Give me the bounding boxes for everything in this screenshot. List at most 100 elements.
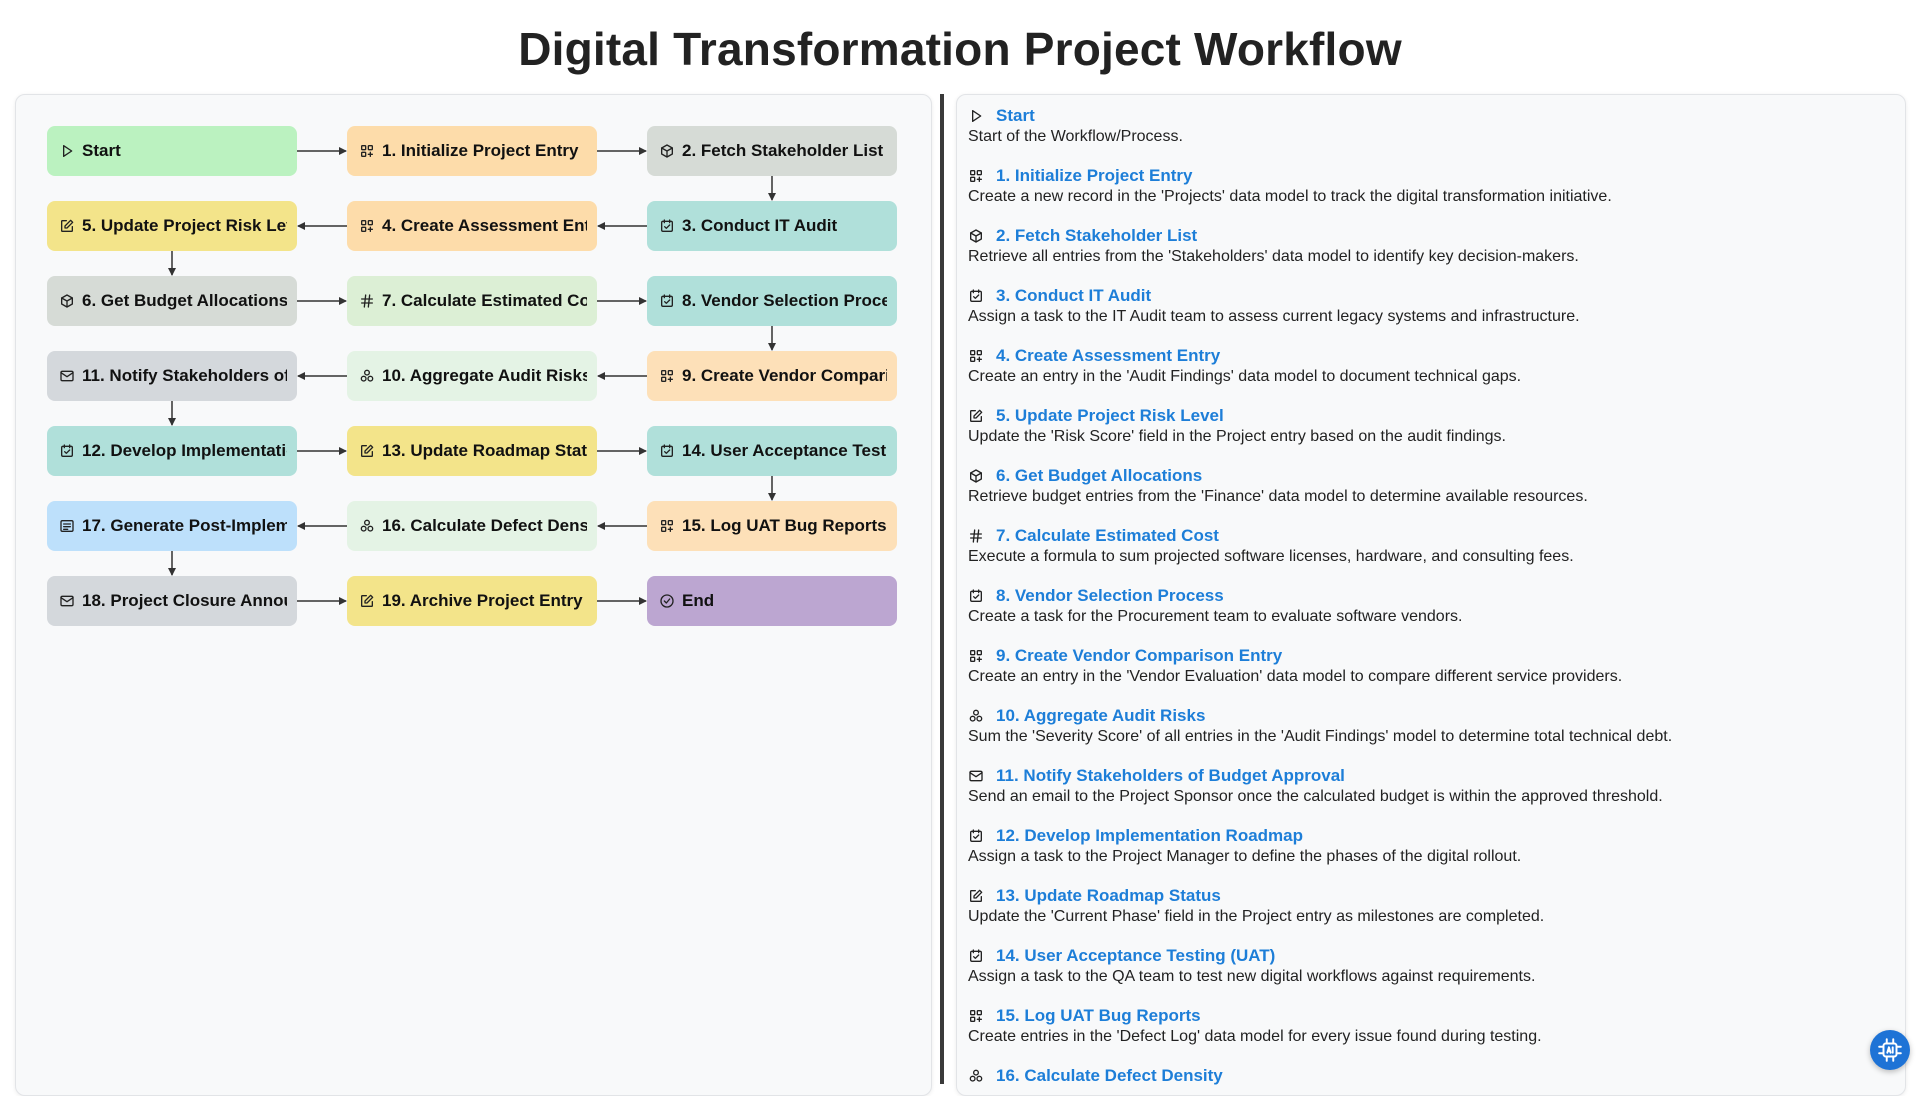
step-item: 14. User Acceptance Testing (UAT) Assign …	[957, 945, 1905, 987]
step-title-link[interactable]: 13. Update Roadmap Status	[996, 886, 1221, 906]
panel-divider[interactable]	[940, 94, 944, 1084]
page-title: Digital Transformation Project Workflow	[518, 23, 1402, 75]
play-icon	[968, 108, 984, 124]
step-item: 9. Create Vendor Comparison Entry Create …	[957, 645, 1905, 687]
step-description: Assign a task to the Project Manager to …	[968, 848, 1522, 865]
step-description: Assign a task to the QA team to test new…	[968, 968, 1536, 985]
task-check-icon	[659, 293, 675, 309]
check-circle-icon	[659, 593, 675, 609]
play-icon	[59, 143, 75, 159]
workflow-node-label: 14. User Acceptance Testing (UAT)	[682, 441, 887, 460]
workflow-node-n2[interactable]: 2. Fetch Stakeholder List	[647, 126, 897, 176]
step-item: 7. Calculate Estimated Cost Execute a for…	[957, 525, 1905, 567]
formula-icon	[968, 528, 984, 544]
edit-icon	[359, 443, 375, 459]
step-title-link[interactable]: 5. Update Project Risk Level	[996, 406, 1224, 426]
workflow-node-n19[interactable]: 19. Archive Project Entry	[347, 576, 597, 626]
create-entry-icon	[359, 218, 375, 234]
ai-chip-icon	[1877, 1037, 1903, 1063]
step-title-link[interactable]: 12. Develop Implementation Roadmap	[996, 826, 1303, 846]
step-title-link[interactable]: Start	[996, 106, 1035, 126]
step-item: 6. Get Budget Allocations Retrieve budget…	[957, 465, 1905, 507]
step-header: 6. Get Budget Allocations	[957, 465, 1905, 487]
step-header: 7. Calculate Estimated Cost	[957, 525, 1905, 547]
workflow-node-n18[interactable]: 18. Project Closure Announcement	[47, 576, 297, 626]
cube-icon	[968, 228, 984, 244]
step-description: Create a new record in the 'Projects' da…	[968, 188, 1612, 205]
workflow-node-start[interactable]: Start	[47, 126, 297, 176]
aggregate-icon	[359, 368, 375, 384]
step-description: Update the 'Risk Score' field in the Pro…	[968, 428, 1506, 445]
create-entry-icon	[659, 518, 675, 534]
step-title-link[interactable]: 6. Get Budget Allocations	[996, 466, 1202, 486]
mail-icon	[59, 593, 75, 609]
step-title-link[interactable]: 15. Log UAT Bug Reports	[996, 1006, 1201, 1026]
step-title-link[interactable]: 10. Aggregate Audit Risks	[996, 706, 1205, 726]
step-item: 13. Update Roadmap Status Update the 'Cur…	[957, 885, 1905, 927]
step-header: 9. Create Vendor Comparison Entry	[957, 645, 1905, 667]
step-title-link[interactable]: 2. Fetch Stakeholder List	[996, 226, 1197, 246]
create-entry-icon	[968, 348, 984, 364]
step-title-link[interactable]: 14. User Acceptance Testing (UAT)	[996, 946, 1275, 966]
step-description: Create a task for the Procurement team t…	[968, 608, 1463, 625]
task-check-icon	[968, 828, 984, 844]
step-title-link[interactable]: 1. Initialize Project Entry	[996, 166, 1193, 186]
step-title-link[interactable]: 7. Calculate Estimated Cost	[996, 526, 1219, 546]
create-entry-icon	[359, 143, 375, 159]
mail-icon	[968, 768, 984, 784]
step-title-link[interactable]: 11. Notify Stakeholders of Budget Approv…	[996, 766, 1345, 786]
workflow-node-n6[interactable]: 6. Get Budget Allocations	[47, 276, 297, 326]
workflow-node-n11[interactable]: 11. Notify Stakeholders of Budget Approv…	[47, 351, 297, 401]
step-header: 5. Update Project Risk Level	[957, 405, 1905, 427]
task-check-icon	[968, 288, 984, 304]
workflow-node-n5[interactable]: 5. Update Project Risk Level	[47, 201, 297, 251]
step-item: 15. Log UAT Bug Reports Create entries in…	[957, 1005, 1905, 1047]
step-description: Retrieve all entries from the 'Stakehold…	[968, 248, 1579, 265]
workflow-node-n14[interactable]: 14. User Acceptance Testing (UAT)	[647, 426, 897, 476]
workflow-node-label: Start	[82, 141, 121, 160]
workflow-node-n15[interactable]: 15. Log UAT Bug Reports	[647, 501, 897, 551]
ai-assistant-button[interactable]	[1870, 1030, 1910, 1070]
workflow-node-n10[interactable]: 10. Aggregate Audit Risks	[347, 351, 597, 401]
workflow-node-n9[interactable]: 9. Create Vendor Comparison Entry	[647, 351, 897, 401]
workflow-node-n12[interactable]: 12. Develop Implementation Roadmap	[47, 426, 297, 476]
workflow-node-n1[interactable]: 1. Initialize Project Entry	[347, 126, 597, 176]
workflow-node-label: 15. Log UAT Bug Reports	[682, 516, 887, 535]
cube-icon	[968, 468, 984, 484]
workflow-node-label: 19. Archive Project Entry	[382, 591, 583, 610]
workflow-node-n3[interactable]: 3. Conduct IT Audit	[647, 201, 897, 251]
aggregate-icon	[968, 1068, 984, 1084]
workflow-node-n7[interactable]: 7. Calculate Estimated Cost	[347, 276, 597, 326]
workflow-node-n4[interactable]: 4. Create Assessment Entry	[347, 201, 597, 251]
step-item: 8. Vendor Selection Process Create a task…	[957, 585, 1905, 627]
workflow-node-n13[interactable]: 13. Update Roadmap Status	[347, 426, 597, 476]
step-title-link[interactable]: 3. Conduct IT Audit	[996, 286, 1151, 306]
step-item: Start Start of the Workflow/Process.	[957, 105, 1905, 147]
step-header: 15. Log UAT Bug Reports	[957, 1005, 1905, 1027]
aggregate-icon	[968, 708, 984, 724]
step-title-link[interactable]: 16. Calculate Defect Density	[996, 1066, 1223, 1086]
step-title-link[interactable]: 8. Vendor Selection Process	[996, 586, 1224, 606]
task-check-icon	[659, 443, 675, 459]
step-description: Update the 'Current Phase' field in the …	[968, 908, 1545, 925]
cube-icon	[59, 293, 75, 309]
step-description: Create entries in the 'Defect Log' data …	[968, 1028, 1542, 1045]
step-header: 4. Create Assessment Entry	[957, 345, 1905, 367]
step-header: 16. Calculate Defect Density	[957, 1065, 1905, 1087]
task-check-icon	[659, 218, 675, 234]
edit-icon	[59, 218, 75, 234]
workflow-node-label: 11. Notify Stakeholders of Budget Approv…	[82, 366, 287, 385]
workflow-node-label: 2. Fetch Stakeholder List	[682, 141, 884, 160]
step-header: 13. Update Roadmap Status	[957, 885, 1905, 907]
workflow-node-n16[interactable]: 16. Calculate Defect Density	[347, 501, 597, 551]
workflow-node-n8[interactable]: 8. Vendor Selection Process	[647, 276, 897, 326]
step-description: Assign a task to the IT Audit team to as…	[968, 308, 1580, 325]
step-header: 8. Vendor Selection Process	[957, 585, 1905, 607]
step-title-link[interactable]: 4. Create Assessment Entry	[996, 346, 1220, 366]
step-header: 1. Initialize Project Entry	[957, 165, 1905, 187]
step-title-link[interactable]: 9. Create Vendor Comparison Entry	[996, 646, 1282, 666]
edit-icon	[968, 408, 984, 424]
step-description: Create an entry in the 'Vendor Evaluatio…	[968, 668, 1623, 685]
workflow-node-end[interactable]: End	[647, 576, 897, 626]
workflow-node-n17[interactable]: 17. Generate Post-Implementation Report	[47, 501, 297, 551]
